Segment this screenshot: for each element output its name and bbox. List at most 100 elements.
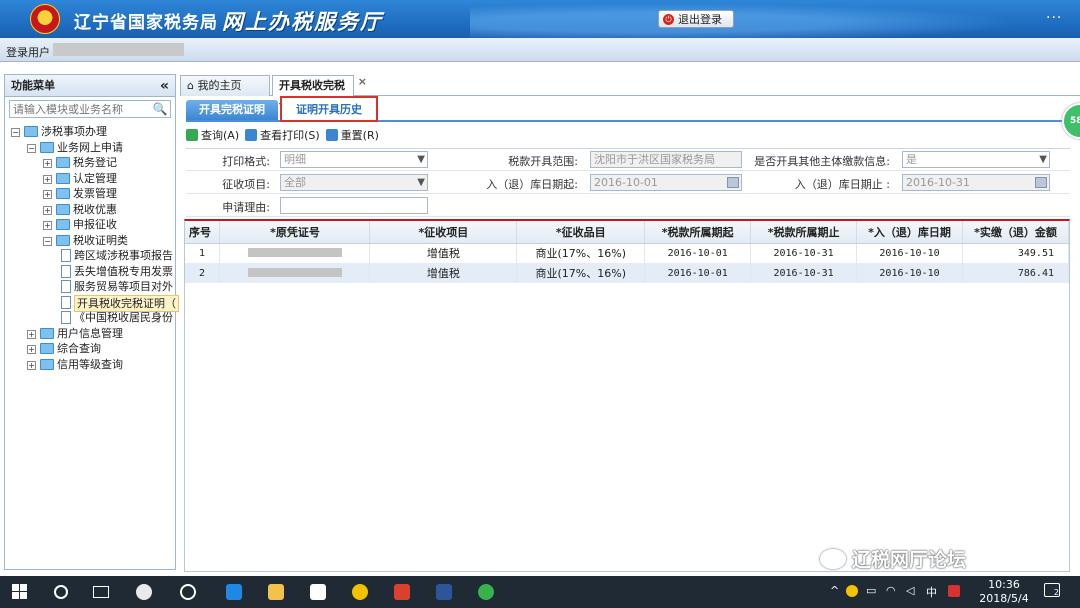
folder-icon: [56, 203, 70, 215]
query-button[interactable]: 查询(A): [186, 127, 239, 143]
menu-search-input[interactable]: [10, 101, 150, 117]
chrome-like-icon[interactable]: [352, 584, 368, 600]
period-start: 2016-10-01: [644, 243, 752, 263]
reset-button[interactable]: 重置(R): [325, 127, 379, 143]
expand-toggle-icon[interactable]: +: [43, 190, 52, 199]
sidebar-item-15[interactable]: + 综合查询: [5, 341, 175, 357]
network-icon[interactable]: ▭: [866, 584, 876, 597]
sidebar-item-label: 申报征收: [73, 218, 117, 231]
wifi-icon[interactable]: ◠: [886, 584, 896, 597]
expand-toggle-icon[interactable]: +: [43, 174, 52, 184]
expand-toggle-icon[interactable]: +: [43, 205, 52, 215]
sidebar-item-14[interactable]: + 用户信息管理: [5, 326, 175, 342]
tab-issue-certificate[interactable]: 开具完税证明: [186, 100, 278, 120]
date-end-value: 2016-10-31: [906, 176, 970, 189]
sidebar-item-1[interactable]: − 涉税事项办理: [5, 124, 175, 140]
sidebar-item-9[interactable]: 跨区域涉税事项报告: [5, 248, 175, 264]
sidebar-item-3[interactable]: + 税务登记: [5, 155, 175, 171]
logout-label: 退出登录: [678, 13, 722, 26]
sidebar-item-5[interactable]: + 发票管理: [5, 186, 175, 202]
levy-item-select[interactable]: 全部 ▼: [280, 174, 428, 191]
sidebar-item-2[interactable]: − 业务网上申请: [5, 140, 175, 156]
expand-toggle-icon[interactable]: +: [43, 159, 52, 168]
document-icon: [61, 249, 71, 262]
word-icon[interactable]: [436, 584, 452, 600]
levy-item-value: 全部: [284, 176, 306, 189]
expand-toggle-icon[interactable]: +: [27, 345, 36, 354]
table-row[interactable]: 1 增值税 商业(17%、16%) 2016-10-01 2016-10-31 …: [185, 243, 1070, 263]
levy-category: 商业(17%、16%): [516, 263, 646, 283]
sidebar-item-4[interactable]: + 认定管理: [5, 171, 175, 187]
tab-home[interactable]: ⌂ 我的主页: [180, 75, 270, 96]
expand-toggle-icon[interactable]: −: [43, 236, 52, 246]
expand-toggle-icon[interactable]: −: [27, 143, 36, 153]
expand-toggle-icon[interactable]: −: [11, 128, 20, 137]
expand-toggle-icon[interactable]: +: [27, 329, 36, 339]
edge-browser-icon[interactable]: [226, 584, 242, 600]
ie-browser-icon[interactable]: [180, 584, 196, 600]
expand-toggle-icon[interactable]: +: [43, 221, 52, 230]
col-header-period-end[interactable]: *税款所属期止: [750, 221, 858, 244]
sidebar-item-12[interactable]: 开具税收完税证明（: [5, 294, 179, 312]
logout-button[interactable]: ⏻ 退出登录: [658, 10, 734, 28]
task-view-icon[interactable]: [93, 586, 109, 598]
other-entity-select[interactable]: 是 ▼: [902, 151, 1050, 168]
sidebar-item-6[interactable]: + 税收优惠: [5, 202, 175, 218]
expand-toggle-icon[interactable]: +: [27, 360, 36, 370]
date-start-field[interactable]: 2016-10-01: [590, 174, 742, 191]
sidebar-item-13[interactable]: 《中国税收居民身份: [5, 310, 175, 326]
windows-start-icon[interactable]: [12, 584, 28, 600]
agency-name: 辽宁省国家税务局: [74, 13, 218, 33]
sidebar-item-10[interactable]: 丢失增值税专用发票: [5, 264, 175, 280]
sidebar-item-11[interactable]: 服务贸易等项目对外: [5, 279, 175, 295]
tab-tax-certificate[interactable]: 开具税收完税证 ×: [272, 75, 367, 112]
table-row[interactable]: 2 增值税 商业(17%、16%) 2016-10-01 2016-10-31 …: [185, 263, 1070, 283]
tab-bar: ⌂ 我的主页 开具税收完税证 ×: [180, 74, 1080, 112]
tax-client-icon[interactable]: [394, 584, 410, 600]
reason-input[interactable]: [280, 197, 428, 214]
view-print-button[interactable]: 查看打印(S): [245, 127, 320, 143]
notification-center-icon[interactable]: 2: [1044, 583, 1060, 597]
file-explorer-icon[interactable]: [268, 584, 284, 600]
sidebar-item-16[interactable]: + 信用等级查询: [5, 357, 175, 373]
store-icon[interactable]: [310, 584, 326, 600]
volume-icon[interactable]: ◁: [906, 584, 914, 597]
show-hidden-icons[interactable]: ^: [830, 584, 839, 597]
document-icon: [61, 295, 71, 309]
tax-scope-field[interactable]: 沈阳市于洪区国家税务局: [590, 151, 742, 168]
sidebar-item-label: 税务登记: [73, 156, 117, 169]
taskbar-clock[interactable]: 10:36 2018/5/4: [976, 578, 1032, 606]
col-header-period-start[interactable]: *税款所属期起: [644, 221, 752, 244]
close-icon[interactable]: ×: [358, 72, 367, 92]
date-end-field[interactable]: 2016-10-31: [902, 174, 1050, 191]
col-header-amount[interactable]: *实缴（退）金额: [962, 221, 1070, 244]
col-header-storage-date[interactable]: *入（退）库日期: [856, 221, 963, 244]
collapse-icon[interactable]: «: [160, 75, 169, 97]
levy-category: 商业(17%、16%): [516, 243, 646, 263]
more-menu-icon[interactable]: ···: [1046, 10, 1062, 26]
menu-tree: − 涉税事项办理 − 业务网上申请 + 税务登记 + 认定管理 + 发票管理 + 税收优惠 + 申报征收 −…: [5, 124, 179, 373]
browser-360-icon[interactable]: [478, 584, 494, 600]
search-icon[interactable]: 🔍: [150, 102, 170, 116]
sidebar-item-8[interactable]: − 税收证明类: [5, 233, 175, 249]
sidebar-item-label: 用户信息管理: [57, 326, 123, 340]
col-header-levy-item[interactable]: *征收项目: [369, 221, 518, 244]
pinwheel-app-icon[interactable]: [136, 584, 152, 600]
ime-indicator[interactable]: 中: [926, 584, 937, 600]
calendar-icon[interactable]: [1035, 177, 1047, 188]
cortana-icon[interactable]: [54, 585, 68, 599]
sogou-icon[interactable]: [948, 585, 960, 597]
calendar-icon[interactable]: [727, 177, 739, 188]
folder-icon: [40, 358, 54, 370]
sidebar-item-7[interactable]: + 申报征收: [5, 217, 175, 233]
folder-icon: [40, 327, 54, 339]
tab-certificate-history[interactable]: 证明开具历史: [280, 96, 378, 122]
col-header-levy-category[interactable]: *征收品目: [516, 221, 646, 244]
col-header-voucher[interactable]: *原凭证号: [219, 221, 371, 244]
clock-date: 2018/5/4: [979, 592, 1029, 605]
col-header-index[interactable]: 序号: [185, 221, 221, 244]
tray-app-icon[interactable]: [846, 585, 858, 597]
tax-emblem-icon: [30, 4, 60, 34]
menu-search-box: 🔍: [9, 100, 171, 118]
print-format-select[interactable]: 明细 ▼: [280, 151, 428, 168]
